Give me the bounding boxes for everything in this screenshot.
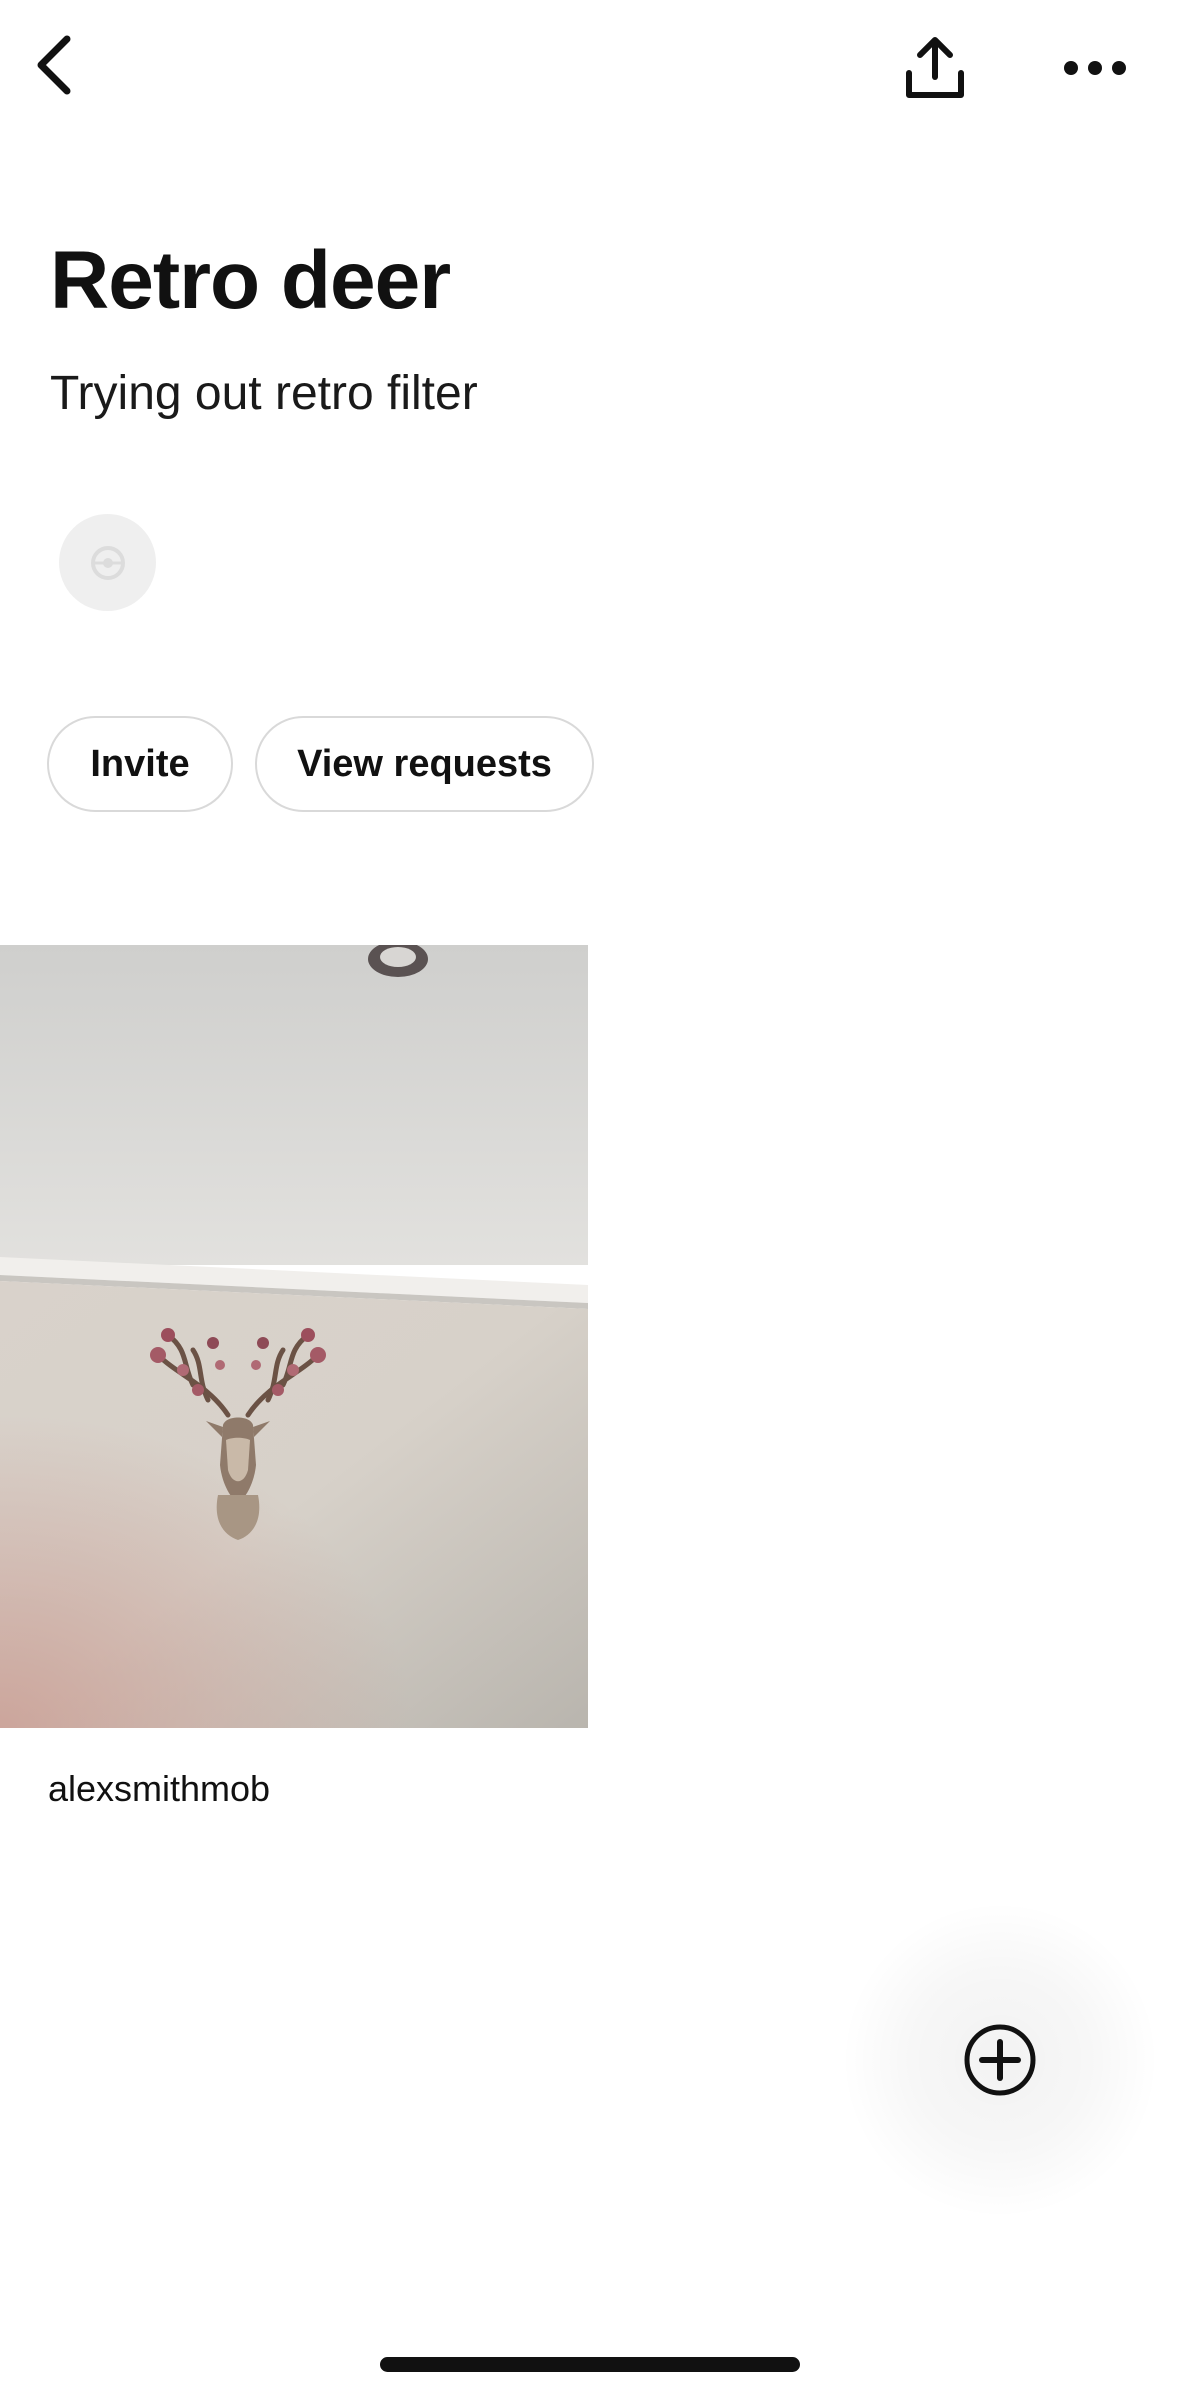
plus-circle-icon — [964, 2024, 1036, 2096]
more-horizontal-icon — [1064, 61, 1126, 75]
board-title: Retro deer — [50, 235, 451, 326]
pin-card[interactable] — [0, 945, 588, 1728]
share-button[interactable] — [895, 28, 975, 108]
pin-image — [0, 945, 588, 1728]
more-options-button[interactable] — [1055, 28, 1135, 108]
collaborator-placeholder-icon — [90, 545, 125, 580]
top-bar — [0, 0, 1179, 140]
invite-button[interactable]: Invite — [47, 716, 233, 812]
add-pin-button[interactable] — [925, 1985, 1075, 2135]
pin-author-name[interactable]: alexsmithmob — [48, 1771, 270, 1807]
back-button[interactable] — [18, 30, 88, 100]
share-upload-icon — [906, 37, 964, 98]
chevron-left-icon — [37, 35, 71, 95]
collaborator-avatar[interactable] — [59, 514, 156, 611]
home-indicator — [380, 2357, 800, 2372]
view-requests-button[interactable]: View requests — [255, 716, 594, 812]
board-description: Trying out retro filter — [50, 367, 478, 420]
